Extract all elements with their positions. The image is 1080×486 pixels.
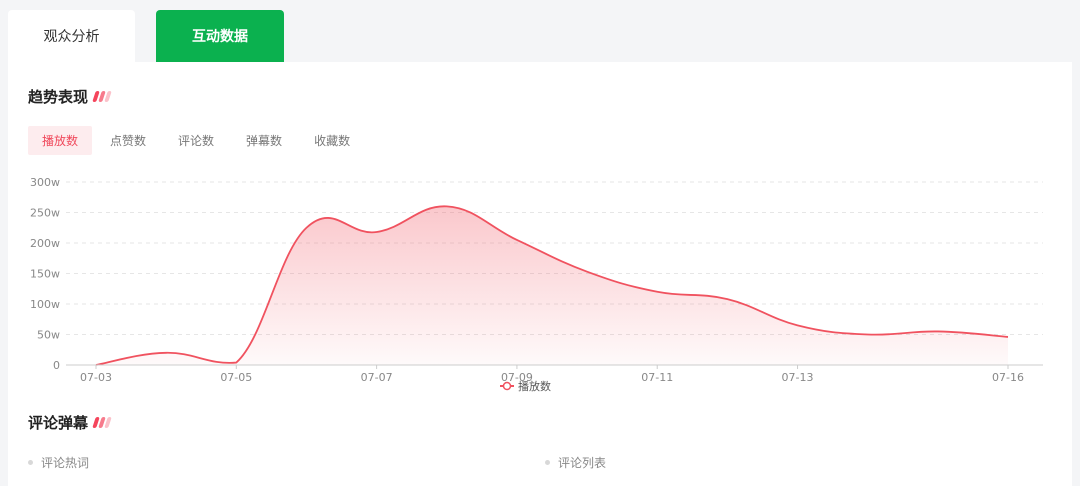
y-tick-label: 250w xyxy=(30,207,60,220)
legend-label-plays: 播放数 xyxy=(518,379,551,393)
main-panel: 趋势表现 播放数 点赞数 评论数 弹幕数 收藏数 0 50w 100w 150w 200… xyxy=(8,62,1072,486)
tab-audience-analysis[interactable]: 观众分析 xyxy=(8,10,135,62)
x-tick-label: 07-11 xyxy=(641,371,673,384)
metric-tab-plays[interactable]: 播放数 xyxy=(28,126,93,155)
bullet-dot-icon xyxy=(28,460,33,465)
comment-hot-words[interactable]: 评论热词 xyxy=(28,454,89,471)
top-tab-bar: 观众分析 互动数据 xyxy=(0,0,1080,62)
x-tick-label: 07-05 xyxy=(220,371,252,384)
metric-tab-comments[interactable]: 评论数 xyxy=(164,126,228,155)
x-tick-label: 07-07 xyxy=(361,371,393,384)
trend-section-title: 趋势表现 xyxy=(28,86,112,107)
comment-list[interactable]: 评论列表 xyxy=(545,454,606,471)
metric-tab-danmaku[interactable]: 弹幕数 xyxy=(232,126,296,155)
y-tick-label: 200w xyxy=(30,237,60,250)
x-tick-label: 07-16 xyxy=(992,371,1024,384)
tab-interaction-data[interactable]: 互动数据 xyxy=(156,10,284,62)
x-tick-label: 07-13 xyxy=(782,371,814,384)
metric-tab-likes[interactable]: 点赞数 xyxy=(96,126,160,155)
title-decoration-icon xyxy=(92,417,112,428)
y-tick-label: 0 xyxy=(53,359,60,372)
comments-section-title: 评论弹幕 xyxy=(28,412,112,433)
title-decoration-icon xyxy=(92,91,112,102)
comment-hot-words-label: 评论热词 xyxy=(41,456,90,470)
y-tick-label: 50w xyxy=(37,329,60,342)
comments-title-text: 评论弹幕 xyxy=(28,414,89,432)
series-area-plays xyxy=(96,206,1008,365)
trend-title-text: 趋势表现 xyxy=(28,88,89,106)
y-tick-label: 300w xyxy=(30,176,60,189)
y-tick-label: 150w xyxy=(30,268,60,281)
y-tick-label: 100w xyxy=(30,298,60,311)
metric-tabs: 播放数 点赞数 评论数 弹幕数 收藏数 xyxy=(28,126,364,155)
bullet-dot-icon xyxy=(545,460,550,465)
comment-list-label: 评论列表 xyxy=(558,456,607,470)
trend-chart: 0 50w 100w 150w 200w 250w 300w 07-03 07-05 07-07 0… xyxy=(30,176,1043,393)
metric-tab-favorites[interactable]: 收藏数 xyxy=(300,126,364,155)
x-tick-label: 07-03 xyxy=(80,371,112,384)
legend-marker-icon xyxy=(502,381,512,391)
